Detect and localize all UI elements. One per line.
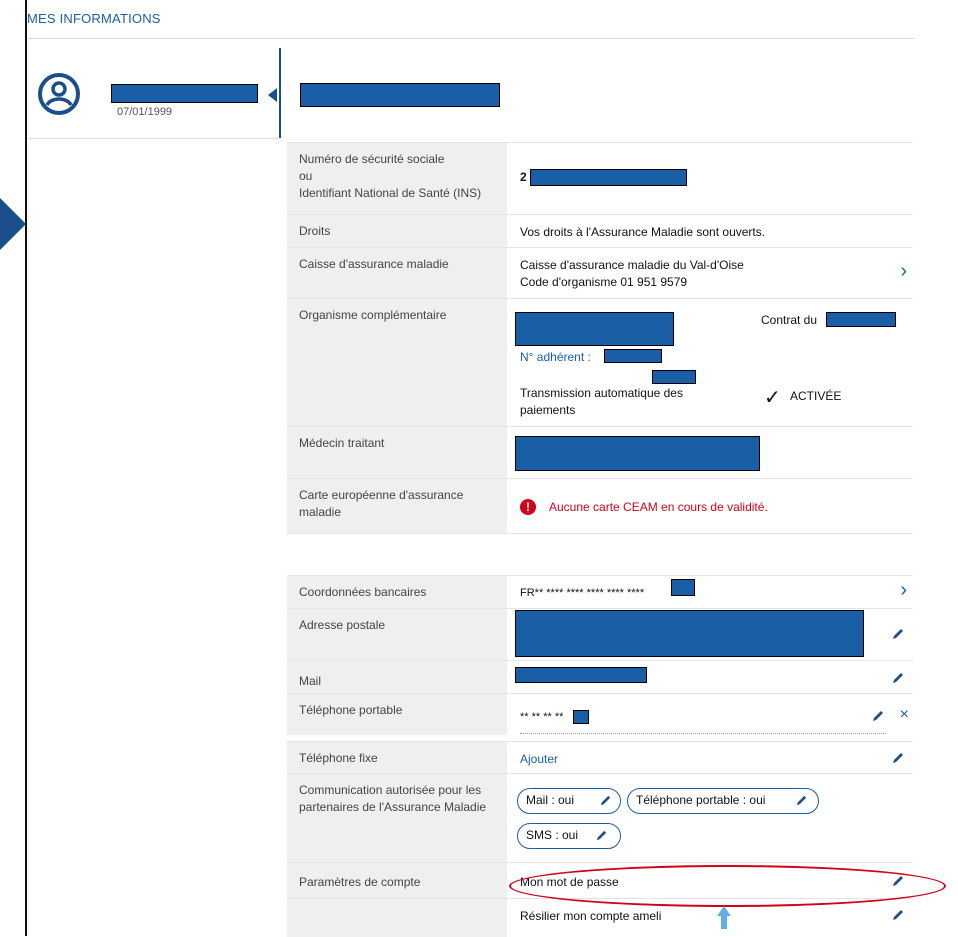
- pill-telephone-label: Téléphone portable : oui: [636, 793, 766, 807]
- pointer-icon: [268, 88, 277, 102]
- edit-pencil-icon: [600, 795, 611, 806]
- pill-mail-label: Mail : oui: [526, 793, 575, 807]
- portable-label: Téléphone portable: [287, 694, 507, 735]
- chevron-right-icon[interactable]: ›: [900, 260, 907, 283]
- row-fixe[interactable]: Téléphone fixe Ajouter: [287, 741, 913, 774]
- row-portable[interactable]: Téléphone portable ** ** ** ** ×: [287, 693, 913, 735]
- edit-pencil-icon: [596, 830, 607, 841]
- resilier-label-cell: [287, 899, 507, 937]
- redacted-mail: [515, 667, 647, 683]
- mail-label: Mail: [287, 661, 507, 694]
- cursor-arrow-stem: [721, 915, 727, 929]
- profile-divider: [279, 48, 281, 138]
- chevron-right-icon[interactable]: ›: [900, 579, 907, 602]
- edit-pencil-icon[interactable]: [891, 874, 905, 888]
- ajouter-link[interactable]: Ajouter: [520, 751, 558, 768]
- close-icon[interactable]: ×: [900, 706, 909, 724]
- adherent-label: N° adhérent :: [520, 350, 591, 364]
- edit-pencil-icon[interactable]: [891, 751, 905, 765]
- redacted-extra: [652, 370, 696, 384]
- edit-pencil-icon: [796, 795, 807, 806]
- activation-status: ACTIVÉE: [790, 389, 842, 403]
- alert-icon: !: [520, 499, 536, 515]
- droits-label: Droits: [287, 215, 507, 248]
- left-border: [25, 0, 27, 936]
- edit-pencil-icon[interactable]: [891, 908, 905, 922]
- birthdate: 07/01/1999: [117, 106, 173, 118]
- banque-label: Coordonnées bancaires: [287, 576, 507, 609]
- edit-pencil-icon[interactable]: [891, 671, 905, 685]
- redacted-contrat: [826, 312, 896, 327]
- row-resilier[interactable]: Résilier mon compte ameli: [287, 898, 913, 937]
- caisse-value: Caisse d'assurance maladie du Val-d'Oise…: [520, 257, 744, 291]
- check-icon: ✓: [764, 387, 781, 409]
- pill-mail[interactable]: Mail : oui: [517, 788, 621, 814]
- transmission-label: Transmission automatique des paiements: [520, 386, 683, 417]
- resilier-link[interactable]: Résilier mon compte ameli: [520, 908, 661, 925]
- redacted-name: [111, 84, 258, 103]
- pill-sms[interactable]: SMS : oui: [517, 823, 621, 849]
- redacted-portable: [573, 710, 589, 724]
- page-title: MES INFORMATIONS: [27, 11, 161, 26]
- edit-pencil-icon[interactable]: [871, 709, 885, 723]
- edit-pencil-icon[interactable]: [891, 627, 905, 641]
- ceam-value: Aucune carte CEAM en cours de validité.: [549, 500, 768, 514]
- redacted-medecin: [515, 436, 760, 471]
- redacted-iban: [671, 579, 695, 596]
- row-label: Numéro de sécurité sociale ou Identifian…: [287, 143, 507, 215]
- complementaire-label: Organisme complémentaire: [287, 299, 507, 427]
- row-parametres[interactable]: Paramètres de compte Mon mot de passe: [287, 862, 913, 899]
- row-droits: Droits Vos droits à l'Assurance Maladie …: [287, 214, 913, 248]
- row-communication: Communication autorisée pour les partena…: [287, 773, 913, 863]
- redacted-organisme: [515, 312, 674, 346]
- ceam-label: Carte européenne d'assurance maladie: [287, 479, 507, 534]
- contrat-label: Contrat du: [761, 313, 818, 327]
- ins-label: Identifiant National de Santé (INS): [299, 186, 482, 200]
- redacted-nss: [530, 169, 687, 186]
- header-divider: [27, 38, 914, 39]
- password-link[interactable]: Mon mot de passe: [520, 874, 619, 891]
- redacted-fullname: [300, 83, 500, 107]
- portable-value: ** ** ** **: [520, 711, 564, 723]
- iban-value: FR** **** **** **** **** ****: [520, 587, 645, 599]
- row-banque[interactable]: Coordonnées bancaires FR** **** **** ***…: [287, 575, 913, 609]
- step-arrow-icon: [0, 198, 26, 250]
- communication-label: Communication autorisée pour les partena…: [287, 774, 507, 863]
- redacted-adherent: [604, 349, 662, 363]
- field-underline: [520, 733, 886, 735]
- nss-label-or: ou: [299, 169, 313, 183]
- caisse-code: Code d'organisme 01 951 9579: [520, 275, 688, 289]
- caisse-name: Caisse d'assurance maladie du Val-d'Oise: [520, 258, 744, 272]
- medecin-label: Médecin traitant: [287, 427, 507, 479]
- nss-label: Numéro de sécurité sociale: [299, 152, 445, 166]
- user-circle-icon: [38, 73, 80, 115]
- fixe-label: Téléphone fixe: [287, 742, 507, 774]
- redacted-adresse: [515, 610, 864, 657]
- droits-value: Vos droits à l'Assurance Maladie sont ou…: [520, 225, 766, 239]
- pill-sms-label: SMS : oui: [526, 828, 579, 842]
- nss-value: 2: [520, 170, 527, 184]
- adresse-label: Adresse postale: [287, 609, 507, 661]
- header: [27, 0, 958, 38]
- section-gap: [287, 533, 913, 576]
- caisse-label: Caisse d'assurance maladie: [287, 248, 507, 299]
- row-caisse[interactable]: Caisse d'assurance maladie Caisse d'assu…: [287, 247, 913, 299]
- pill-telephone[interactable]: Téléphone portable : oui: [627, 788, 819, 814]
- row-ceam: Carte européenne d'assurance maladie ! A…: [287, 478, 913, 534]
- parametres-label: Paramètres de compte: [287, 863, 507, 899]
